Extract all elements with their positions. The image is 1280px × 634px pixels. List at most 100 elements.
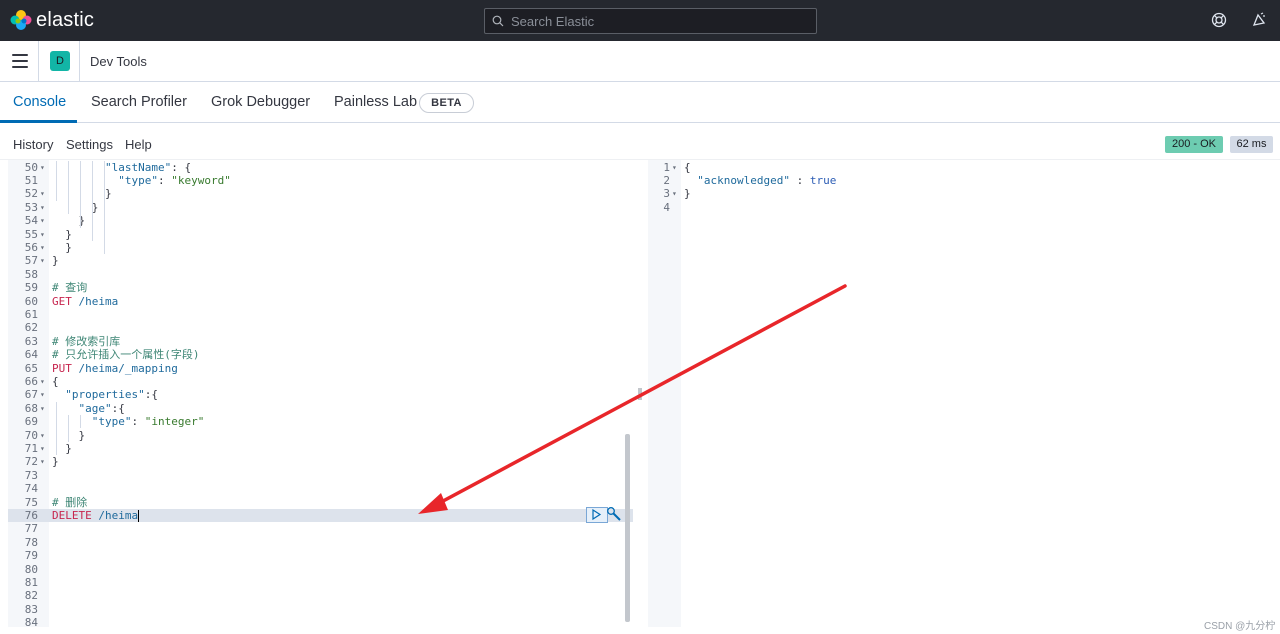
divider xyxy=(79,41,80,82)
tab-painless-lab[interactable]: Painless Lab xyxy=(334,94,417,110)
fold-toggle-icon[interactable]: ▾ xyxy=(672,187,680,200)
code-line[interactable]: } xyxy=(52,254,59,267)
indent-guide xyxy=(104,160,105,255)
fold-toggle-icon[interactable]: ▾ xyxy=(40,228,48,241)
code-line[interactable]: "age":{ xyxy=(52,402,125,415)
response-editor[interactable]: 1 ▾ 2 3 ▾ 4 { "acknowledged" : true} xyxy=(648,160,1274,627)
indent-guide xyxy=(80,415,81,429)
menu-icon[interactable] xyxy=(12,54,28,68)
fold-toggle-icon[interactable]: ▾ xyxy=(40,375,48,388)
request-scrollbar[interactable] xyxy=(625,434,630,622)
code-line[interactable]: } xyxy=(684,187,691,200)
code-line[interactable]: } xyxy=(52,442,72,455)
fold-toggle-icon[interactable]: ▾ xyxy=(40,455,48,468)
line-number: 84 xyxy=(24,616,38,627)
fold-toggle-icon[interactable]: ▾ xyxy=(40,429,48,442)
code-line[interactable]: # 删除 xyxy=(52,496,87,509)
beta-badge: BETA xyxy=(419,93,474,113)
line-number: 56 xyxy=(24,240,38,254)
fold-toggle-icon[interactable]: ▾ xyxy=(40,402,48,415)
tab-bar: Console Search Profiler Grok Debugger Pa… xyxy=(0,83,1280,123)
help-icon[interactable] xyxy=(1211,12,1227,28)
code-line[interactable]: DELETE /heima xyxy=(52,509,140,522)
play-icon xyxy=(592,508,602,521)
request-editor[interactable]: 50 ▾ 51 52 ▾ 53 ▾ 54 ▾ 55 ▾ 56 ▾ 57 ▾ 58 59 60 61 62 63 64 65 6… xyxy=(8,160,633,627)
fold-toggle-icon[interactable]: ▾ xyxy=(40,214,48,227)
line-number: 81 xyxy=(24,575,38,589)
send-request-button[interactable] xyxy=(586,507,608,523)
tab-console[interactable]: Console xyxy=(13,94,66,110)
app-header: D Dev Tools xyxy=(0,41,1280,82)
code-line[interactable]: "type": "keyword" xyxy=(52,174,231,187)
code-line[interactable]: "acknowledged" : true xyxy=(684,174,836,187)
line-number: 67 xyxy=(24,388,38,402)
line-number: 60 xyxy=(24,294,38,308)
space-avatar[interactable]: D xyxy=(50,51,70,71)
fold-toggle-icon[interactable]: ▾ xyxy=(40,442,48,455)
elastic-logo-icon[interactable] xyxy=(10,9,32,31)
code-line[interactable]: "lastName": { xyxy=(52,161,191,174)
line-number: 77 xyxy=(24,522,38,536)
code-line[interactable]: { xyxy=(52,375,59,388)
fold-toggle-icon[interactable]: ▾ xyxy=(40,388,48,401)
newsfeed-icon[interactable] xyxy=(1251,12,1267,28)
code-line[interactable]: } xyxy=(52,228,72,241)
line-number: 72 xyxy=(24,455,38,469)
request-code[interactable]: "lastName": { "type": "keyword" } } } } … xyxy=(49,160,633,627)
line-number: 68 xyxy=(24,401,38,415)
line-number: 53 xyxy=(24,200,38,214)
fold-toggle-icon[interactable]: ▾ xyxy=(40,254,48,267)
code-line[interactable]: # 只允许插入一个属性(字段) xyxy=(52,348,200,361)
code-line[interactable]: "type": "integer" xyxy=(52,415,205,428)
line-number: 75 xyxy=(24,495,38,509)
line-number: 70 xyxy=(24,428,38,442)
code-line[interactable]: { xyxy=(684,161,691,174)
request-gutter: 50 ▾ 51 52 ▾ 53 ▾ 54 ▾ 55 ▾ 56 ▾ 57 ▾ 58 59 60 61 62 63 64 65 6… xyxy=(8,160,49,627)
line-number: 66 xyxy=(24,374,38,388)
fold-toggle-icon[interactable]: ▾ xyxy=(40,201,48,214)
fold-toggle-icon[interactable]: ▾ xyxy=(40,241,48,254)
line-number: 59 xyxy=(24,281,38,295)
search-input[interactable]: Search Elastic xyxy=(484,8,817,34)
divider xyxy=(38,41,39,82)
line-number: 79 xyxy=(24,549,38,563)
line-number: 64 xyxy=(24,348,38,362)
line-number: 63 xyxy=(24,334,38,348)
code-line[interactable]: # 修改索引库 xyxy=(52,335,120,348)
tab-search-profiler[interactable]: Search Profiler xyxy=(91,94,187,110)
code-line[interactable]: PUT /heima/_mapping xyxy=(52,362,178,375)
fold-toggle-icon[interactable]: ▾ xyxy=(40,187,48,200)
code-line[interactable]: } xyxy=(52,187,112,200)
help-link[interactable]: Help xyxy=(125,137,152,152)
code-line[interactable]: } xyxy=(52,455,59,468)
pane-resizer-handle[interactable] xyxy=(638,388,642,400)
line-number: 73 xyxy=(24,468,38,482)
line-number: 50 xyxy=(24,160,38,174)
line-number: 2 xyxy=(663,173,670,187)
line-number: 78 xyxy=(24,535,38,549)
line-number: 69 xyxy=(24,415,38,429)
line-number: 4 xyxy=(663,200,670,214)
line-number: 65 xyxy=(24,361,38,375)
watermark: CSDN @九分柠 xyxy=(1204,621,1276,632)
status-badge: 200 - OK xyxy=(1165,136,1223,153)
tab-grok-debugger[interactable]: Grok Debugger xyxy=(211,94,310,110)
line-number: 80 xyxy=(24,562,38,576)
indent-guide xyxy=(56,401,57,456)
response-code[interactable]: { "acknowledged" : true} xyxy=(681,160,1274,627)
wrench-icon[interactable] xyxy=(606,506,622,522)
code-line[interactable]: "properties":{ xyxy=(52,388,158,401)
line-number: 82 xyxy=(24,589,38,603)
brand-name[interactable]: elastic xyxy=(36,9,94,32)
code-line[interactable]: } xyxy=(52,241,72,254)
code-line[interactable]: # 查询 xyxy=(52,281,87,294)
code-line[interactable]: GET /heima xyxy=(52,295,118,308)
fold-toggle-icon[interactable]: ▾ xyxy=(672,161,680,174)
line-number: 71 xyxy=(24,441,38,455)
search-icon xyxy=(492,15,504,27)
fold-toggle-icon[interactable]: ▾ xyxy=(40,161,48,174)
indent-guide xyxy=(68,160,69,215)
history-link[interactable]: History xyxy=(13,137,53,152)
line-number: 52 xyxy=(24,187,38,201)
settings-link[interactable]: Settings xyxy=(66,137,113,152)
